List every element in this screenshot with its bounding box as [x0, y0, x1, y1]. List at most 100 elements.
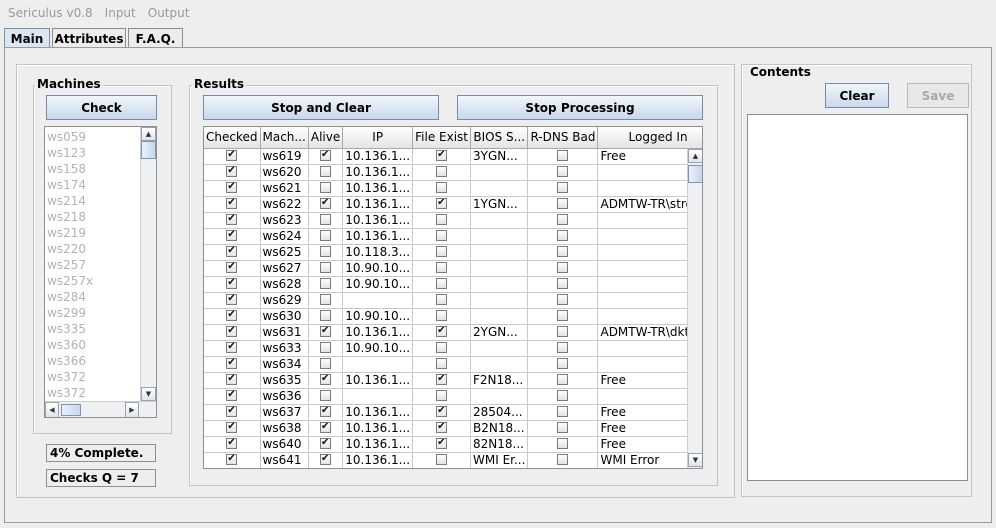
file-exist-checkbox[interactable] [436, 389, 448, 401]
rdns-bad-checkbox[interactable] [557, 325, 569, 337]
alive-checkbox[interactable] [320, 196, 332, 210]
file-exist-checkbox[interactable] [436, 148, 448, 162]
alive-checkbox[interactable] [320, 389, 332, 401]
alive-checkbox[interactable] [320, 341, 332, 353]
checked-checkbox[interactable] [226, 356, 238, 370]
file-exist-checkbox[interactable] [436, 196, 448, 210]
checked-checkbox[interactable] [226, 292, 238, 306]
alive-checkbox[interactable] [320, 148, 332, 162]
table-row[interactable]: ws629 [204, 292, 702, 309]
checked-checkbox[interactable] [226, 324, 238, 338]
rdns-bad-checkbox[interactable] [557, 405, 569, 417]
results-vscroll-thumb[interactable] [688, 165, 702, 183]
tab-attributes[interactable]: Attributes [52, 28, 126, 48]
table-row[interactable]: ws624 10.136.1... [204, 228, 702, 245]
file-exist-checkbox[interactable] [436, 213, 448, 225]
arrow-up-icon[interactable]: ▲ [688, 149, 702, 163]
machine-list-item[interactable]: ws158 [47, 161, 86, 177]
machine-list-item[interactable]: ws360 [47, 337, 86, 353]
table-row[interactable]: ws628 10.90.10... [204, 276, 702, 293]
check-button[interactable]: Check [46, 95, 157, 120]
rdns-bad-checkbox[interactable] [557, 181, 569, 193]
arrow-up-icon[interactable]: ▲ [141, 127, 156, 141]
rdns-bad-checkbox[interactable] [557, 357, 569, 369]
arrow-down-icon[interactable]: ▼ [688, 453, 702, 467]
table-row[interactable]: ws625 10.118.3... [204, 244, 702, 261]
machine-list-item[interactable]: ws219 [47, 225, 86, 241]
table-row[interactable]: ws627 10.90.10... [204, 260, 702, 277]
machine-list-vscroll-thumb[interactable] [141, 141, 156, 159]
checked-checkbox[interactable] [226, 436, 238, 450]
file-exist-checkbox[interactable] [436, 341, 448, 353]
col-header-rdns-bad[interactable]: R-DNS Bad [527, 127, 599, 149]
checked-checkbox[interactable] [226, 148, 238, 162]
file-exist-checkbox[interactable] [436, 293, 448, 305]
col-header-bios[interactable]: BIOS S... [470, 127, 529, 149]
alive-checkbox[interactable] [320, 357, 332, 369]
table-row[interactable]: ws621 10.136.1... [204, 180, 702, 197]
rdns-bad-checkbox[interactable] [557, 229, 569, 241]
checked-checkbox[interactable] [226, 340, 238, 354]
machine-list-item[interactable]: ws214 [47, 193, 86, 209]
alive-checkbox[interactable] [320, 277, 332, 289]
clear-button[interactable]: Clear [825, 83, 889, 108]
checked-checkbox[interactable] [226, 372, 238, 386]
alive-checkbox[interactable] [320, 420, 332, 434]
rdns-bad-checkbox[interactable] [557, 245, 569, 257]
table-row[interactable]: ws62210.136.1...1YGN...ADMTW-TR\stroll..… [204, 196, 702, 213]
machine-list[interactable]: ws059 ws123 ws158 ws174 ws214 ws218 ws219 ws220… [44, 126, 157, 418]
checked-checkbox[interactable] [226, 196, 238, 210]
checked-checkbox[interactable] [226, 404, 238, 418]
rdns-bad-checkbox[interactable] [557, 309, 569, 321]
machine-list-item[interactable]: ws372 [47, 369, 86, 385]
checked-checkbox[interactable] [226, 212, 238, 226]
checked-checkbox[interactable] [226, 180, 238, 194]
file-exist-checkbox[interactable] [436, 181, 448, 193]
alive-checkbox[interactable] [320, 452, 332, 466]
menu-output[interactable]: Output [148, 6, 190, 20]
checked-checkbox[interactable] [226, 388, 238, 402]
alive-checkbox[interactable] [320, 181, 332, 193]
file-exist-checkbox[interactable] [436, 357, 448, 369]
alive-checkbox[interactable] [320, 245, 332, 257]
checked-checkbox[interactable] [226, 420, 238, 434]
machine-list-item[interactable]: ws366 [47, 353, 86, 369]
stop-processing-button[interactable]: Stop Processing [457, 95, 703, 120]
arrow-down-icon[interactable]: ▼ [141, 387, 156, 401]
checked-checkbox[interactable] [226, 308, 238, 322]
file-exist-checkbox[interactable] [436, 309, 448, 321]
table-row[interactable]: ws63710.136.1...28504...Free [204, 404, 702, 421]
rdns-bad-checkbox[interactable] [557, 293, 569, 305]
table-row[interactable]: ws63110.136.1...2YGN...ADMTW-TR\dkten... [204, 324, 702, 341]
file-exist-checkbox[interactable] [436, 436, 448, 450]
stop-and-clear-button[interactable]: Stop and Clear [203, 95, 439, 120]
table-row[interactable]: ws633 10.90.10... [204, 340, 702, 357]
arrow-right-icon[interactable]: ▶ [125, 402, 139, 417]
alive-checkbox[interactable] [320, 324, 332, 338]
rdns-bad-checkbox[interactable] [557, 421, 569, 433]
file-exist-checkbox[interactable] [436, 453, 448, 465]
rdns-bad-checkbox[interactable] [557, 437, 569, 449]
checked-checkbox[interactable] [226, 276, 238, 290]
table-row[interactable]: ws61910.136.1...3YGN...Free [204, 148, 702, 165]
col-header-ip[interactable]: IP [342, 127, 414, 149]
machine-list-hscroll[interactable]: ◀ ▶ [45, 401, 156, 417]
col-header-machine[interactable]: Mach... [260, 127, 309, 149]
results-table[interactable]: Checked Mach... Alive IP File Exist BIOS… [203, 126, 703, 469]
table-row[interactable]: ws634 [204, 356, 702, 373]
table-row[interactable]: ws63510.136.1...F2N18...Free [204, 372, 702, 389]
rdns-bad-checkbox[interactable] [557, 213, 569, 225]
rdns-bad-checkbox[interactable] [557, 341, 569, 353]
alive-checkbox[interactable] [320, 372, 332, 386]
results-vscroll[interactable]: ▲ ▼ [687, 149, 702, 468]
alive-checkbox[interactable] [320, 309, 332, 321]
tab-faq[interactable]: F.A.Q. [128, 28, 183, 48]
machine-list-item[interactable]: ws174 [47, 177, 86, 193]
machine-list-item[interactable]: ws059 [47, 129, 86, 145]
alive-checkbox[interactable] [320, 261, 332, 273]
file-exist-checkbox[interactable] [436, 277, 448, 289]
checked-checkbox[interactable] [226, 452, 238, 466]
machine-list-item[interactable]: ws218 [47, 209, 86, 225]
file-exist-checkbox[interactable] [436, 229, 448, 241]
file-exist-checkbox[interactable] [436, 165, 448, 177]
